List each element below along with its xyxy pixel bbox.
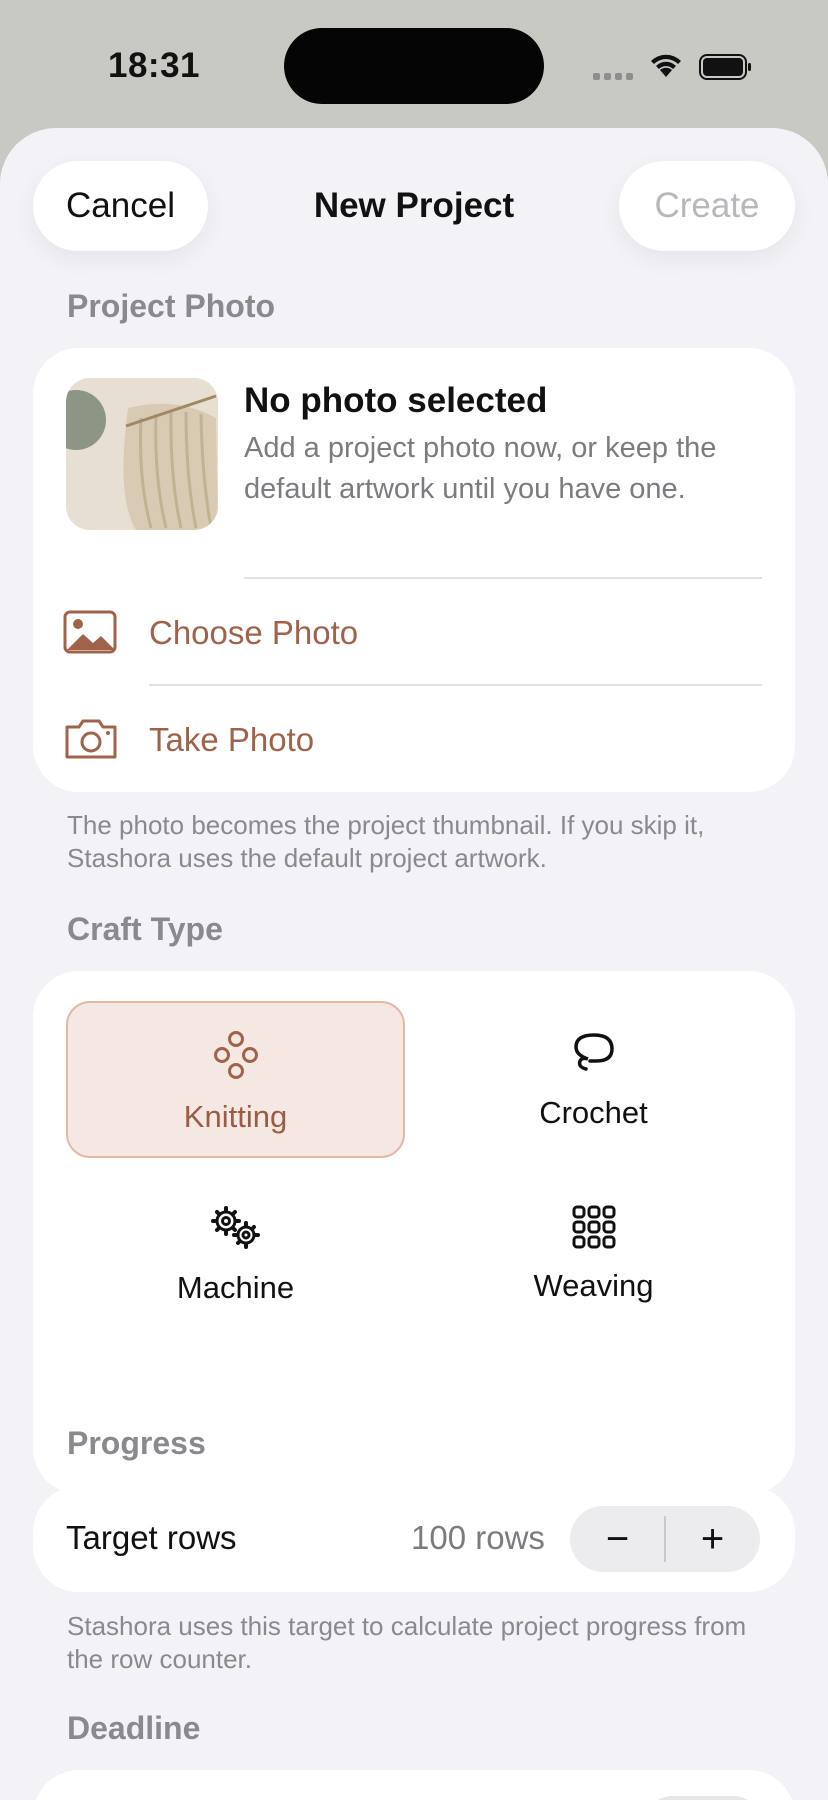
- choose-photo-label: Choose Photo: [149, 614, 359, 651]
- status-time: 18:31: [108, 46, 201, 85]
- project-thumbnail: [66, 378, 218, 530]
- cellular-signal-icon: [593, 73, 633, 80]
- progress-footer: Stashora uses this target to calculate p…: [67, 1611, 747, 1674]
- divider: [149, 684, 762, 686]
- craft-option-weaving[interactable]: Weaving: [424, 1177, 763, 1334]
- target-rows-stepper[interactable]: − +: [570, 1506, 760, 1572]
- target-rows-value: 100 rows: [411, 1519, 545, 1556]
- craft-option-label: Crochet: [539, 1095, 648, 1130]
- craft-option-label: Machine: [176, 1270, 295, 1305]
- project-photo-header: Project Photo: [67, 288, 276, 324]
- dynamic-island: [284, 28, 544, 104]
- camera-icon: [65, 719, 117, 759]
- create-button[interactable]: Create: [619, 161, 795, 251]
- craft-type-header: Craft Type: [67, 911, 223, 947]
- choose-photo-button[interactable]: Choose Photo: [33, 584, 795, 684]
- project-photo-footer: The photo becomes the project thumbnail.…: [67, 810, 705, 873]
- knitting-icon: [213, 1031, 258, 1079]
- deadline-header: Deadline: [67, 1710, 201, 1746]
- divider: [244, 577, 762, 579]
- deadline-toggle[interactable]: [643, 1796, 763, 1800]
- craft-option-crochet[interactable]: Crochet: [424, 1001, 763, 1158]
- take-photo-button[interactable]: Take Photo: [33, 691, 795, 791]
- project-photo-card: No photo selected Add a project photo no…: [33, 348, 795, 792]
- gears-icon: [210, 1206, 260, 1249]
- new-project-sheet: Cancel New Project Create Project Photo …: [0, 128, 828, 1800]
- craft-option-label: Weaving: [533, 1268, 654, 1303]
- crochet-icon: [573, 1033, 614, 1071]
- battery-icon: [699, 54, 751, 80]
- knitted-sweater-artwork: [66, 378, 218, 530]
- photo-status-title: No photo selected: [244, 381, 548, 420]
- progress-header: Progress: [67, 1425, 206, 1461]
- status-bar: 18:31: [0, 0, 828, 130]
- craft-option-machine[interactable]: Machine: [66, 1177, 405, 1334]
- craft-option-label: Knitting: [183, 1099, 288, 1134]
- deadline-card: [33, 1770, 795, 1800]
- target-rows-card: Target rows 100 rows − +: [33, 1486, 795, 1592]
- craft-type-card: Knitting Crochet Machine Weaving: [33, 971, 795, 1494]
- grid-icon: [572, 1205, 615, 1249]
- target-rows-label: Target rows: [66, 1519, 237, 1556]
- increment-button[interactable]: +: [665, 1506, 760, 1572]
- craft-option-knitting[interactable]: Knitting: [66, 1001, 405, 1158]
- decrement-button[interactable]: −: [570, 1506, 665, 1572]
- photo-icon: [63, 610, 117, 654]
- take-photo-label: Take Photo: [149, 721, 315, 758]
- wifi-icon: [651, 54, 681, 77]
- photo-status-description: Add a project photo now, or keep the def…: [244, 432, 717, 505]
